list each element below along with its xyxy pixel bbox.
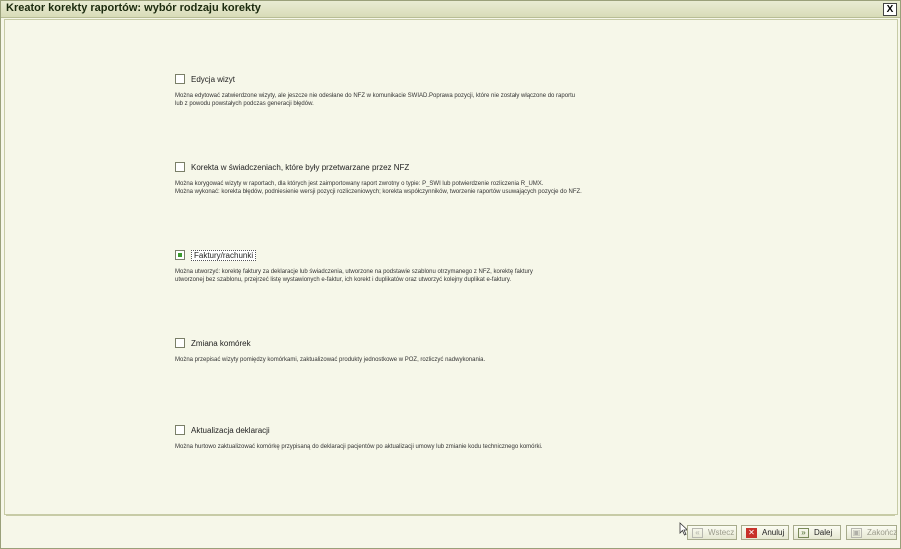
option-faktury-rachunki: Faktury/rachunki Można utworzyć: korektę…: [175, 248, 695, 284]
double-chevron-left-icon: «: [692, 527, 703, 538]
faktury-rachunki-label[interactable]: Faktury/rachunki: [191, 249, 257, 261]
close-button[interactable]: X: [883, 3, 897, 16]
wizard-window: Kreator korekty raportów: wybór rodzaju …: [0, 0, 901, 549]
option-zmiana-komorek: Zmiana komórek Można przepisać wizyty po…: [175, 336, 695, 364]
title-bar: Kreator korekty raportów: wybór rodzaju …: [1, 1, 900, 18]
option-aktualizacja-deklaracji: Aktualizacja deklaracji Można hurtowo za…: [175, 423, 695, 451]
faktury-rachunki-checkbox[interactable]: [175, 250, 185, 260]
next-button[interactable]: » Dalej: [793, 525, 841, 540]
zmiana-komorek-description: Można przepisać wizyty pomiędzy komórkam…: [175, 357, 486, 363]
cancel-button-label: Anuluj: [762, 528, 785, 537]
prev-button[interactable]: « Wstecz: [687, 525, 737, 540]
next-button-label: Dalej: [814, 528, 833, 537]
close-x-icon: ✕: [746, 527, 757, 538]
option-korekta-swiadczen: Korekta w świadczeniach, które były prze…: [175, 160, 695, 196]
aktualizacja-deklaracji-label[interactable]: Aktualizacja deklaracji: [191, 426, 270, 435]
aktualizacja-deklaracji-checkbox[interactable]: [175, 425, 185, 435]
prev-button-label: Wstecz: [708, 528, 735, 537]
edycja-wizyt-description: Można edytować zatwierdzone wizyty, ale …: [175, 93, 576, 107]
options-panel: Edycja wizyt Można edytować zatwierdzone…: [4, 19, 898, 536]
double-chevron-right-icon: »: [798, 527, 809, 538]
finish-square-icon: ▣: [851, 527, 862, 538]
footer-separator: [6, 515, 895, 516]
korekta-swiadczen-checkbox[interactable]: [175, 162, 185, 172]
edycja-wizyt-checkbox[interactable]: [175, 74, 185, 84]
korekta-swiadczen-label[interactable]: Korekta w świadczeniach, które były prze…: [191, 163, 409, 172]
faktury-rachunki-description: Można utworzyć: korektę faktury za dekla…: [175, 269, 533, 283]
edycja-wizyt-label[interactable]: Edycja wizyt: [191, 75, 235, 84]
finish-button-label: Zakończ: [867, 528, 898, 537]
korekta-swiadczen-description: Można korygować wizyty w raportach, dla …: [175, 181, 582, 195]
cancel-button[interactable]: ✕ Anuluj: [741, 525, 789, 540]
aktualizacja-deklaracji-description: Można hurtowo zaktualizować komórkę przy…: [175, 444, 543, 450]
finish-button[interactable]: ▣ Zakończ: [846, 525, 897, 540]
option-edycja-wizyt: Edycja wizyt Można edytować zatwierdzone…: [175, 72, 695, 108]
zmiana-komorek-checkbox[interactable]: [175, 338, 185, 348]
zmiana-komorek-label[interactable]: Zmiana komórek: [191, 339, 251, 348]
window-title: Kreator korekty raportów: wybór rodzaju …: [6, 2, 261, 14]
